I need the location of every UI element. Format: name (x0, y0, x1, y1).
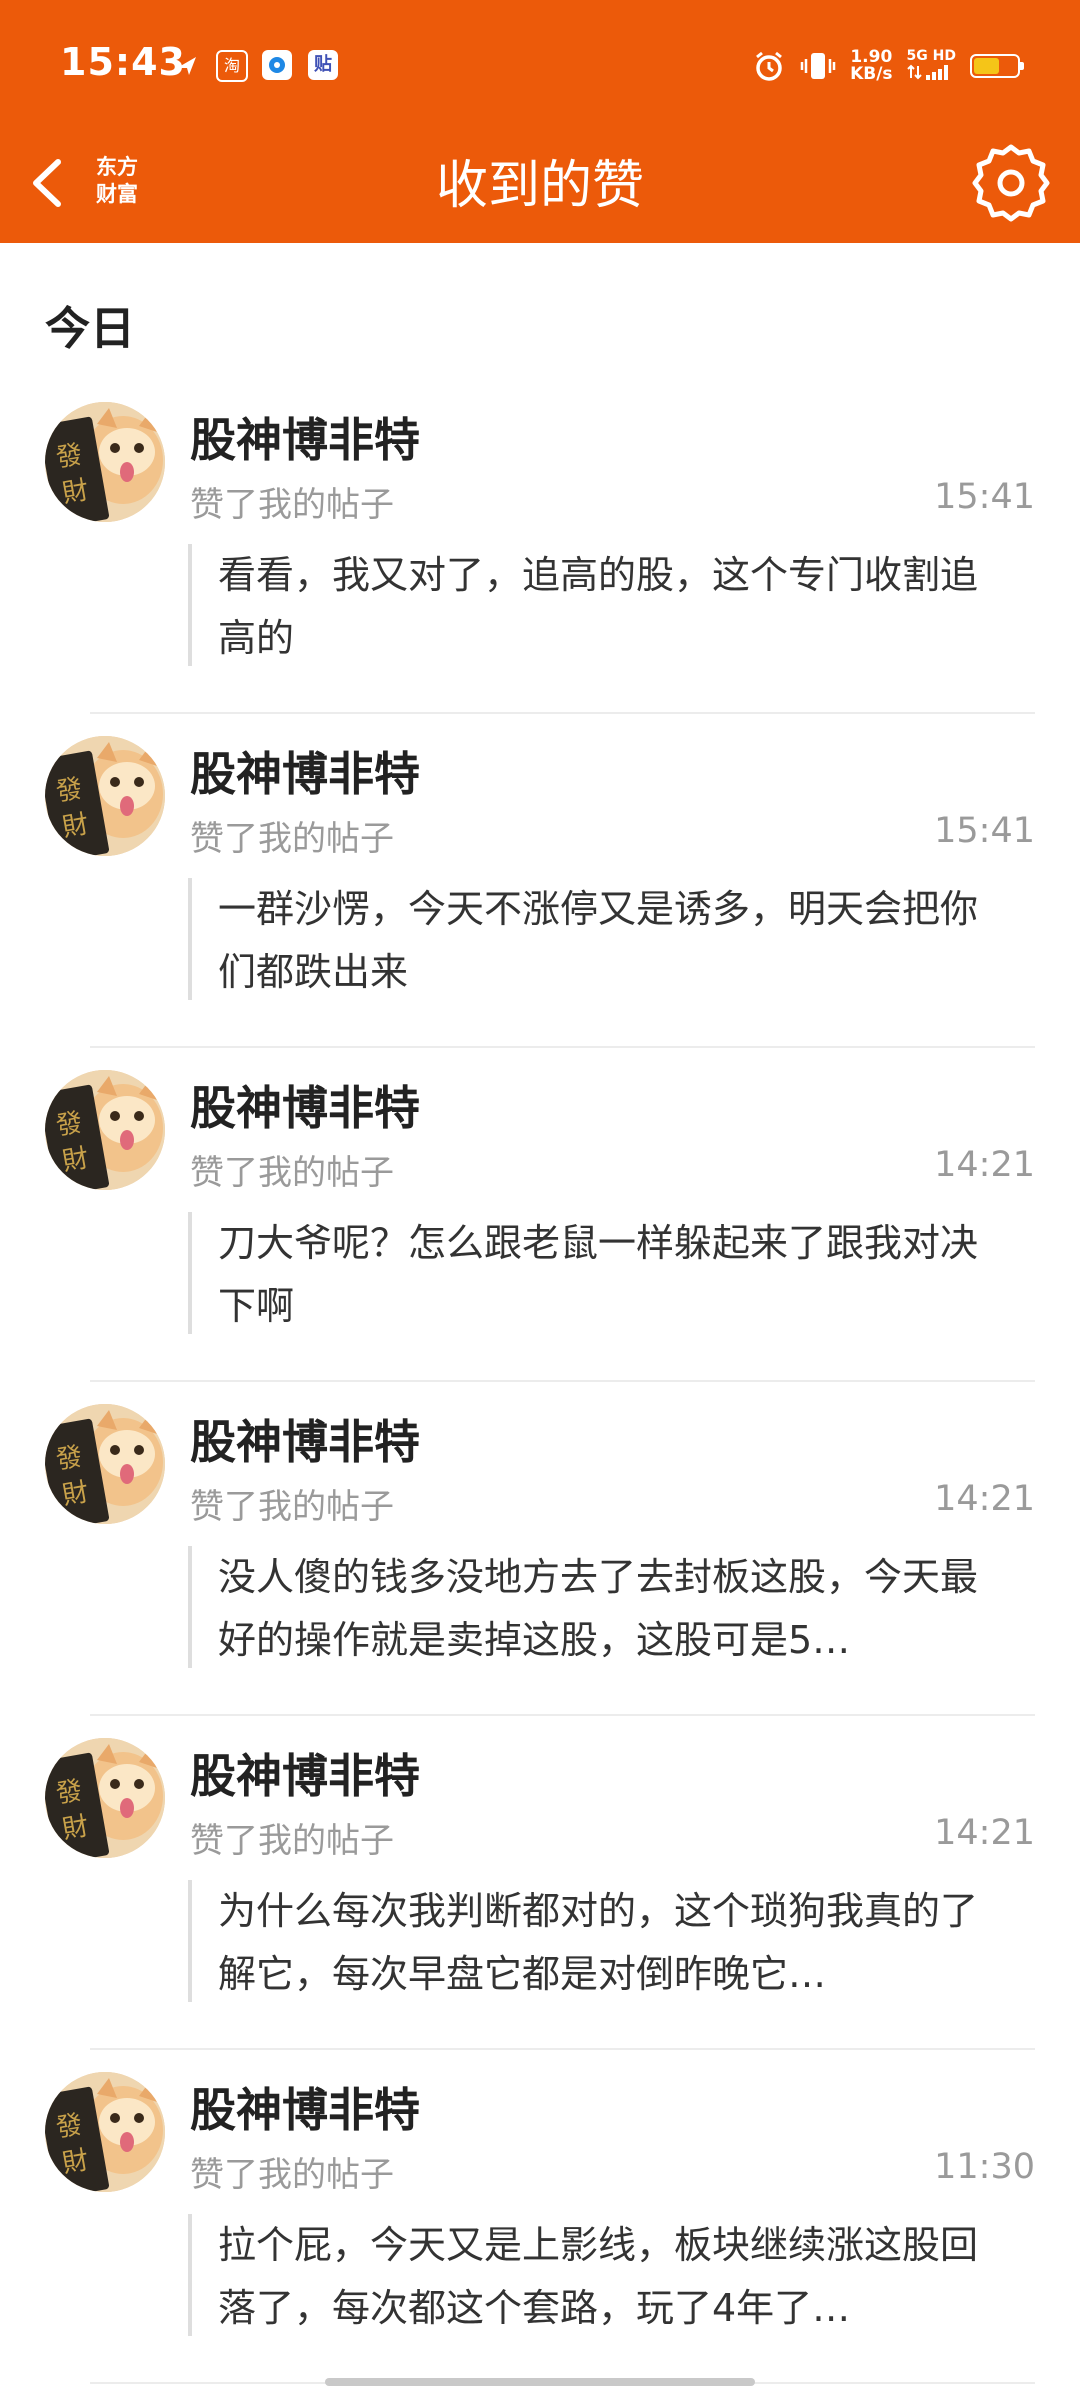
like-action: 赞了我的帖子 (190, 1821, 394, 1861)
like-action: 赞了我的帖子 (190, 819, 394, 859)
app-icon (262, 50, 292, 80)
post-excerpt[interactable]: 刀大爷呢？怎么跟老鼠一样躲起来了跟我对决下啊 (188, 1212, 988, 1334)
post-excerpt[interactable]: 一群沙愣，今天不涨停又是诱多，明天会把你们都跌出来 (188, 878, 988, 1000)
network-speed: 1.90 KB/s (850, 47, 893, 84)
like-item[interactable]: 發財 股神博非特 赞了我的帖子 15:41 看看，我又对了，追高的股，这个专门收… (0, 402, 1080, 736)
post-excerpt[interactable]: 拉个屁，今天又是上影线，板块继续涨这股回落了，每次都这个套路，玩了4年了… (188, 2214, 988, 2336)
svg-text:發: 發 (54, 1776, 85, 1810)
like-time: 15:41 (934, 811, 1035, 851)
home-indicator[interactable] (325, 2378, 755, 2386)
battery-icon (970, 54, 1024, 78)
back-button[interactable] (22, 142, 82, 222)
avatar[interactable]: 發財 (45, 402, 165, 522)
status-bar: 15:43 淘 贴 1.90 KB/s 5G HD (0, 0, 1080, 130)
like-action: 赞了我的帖子 (190, 1487, 394, 1527)
username[interactable]: 股神博非特 (190, 404, 420, 470)
nav-bar: 收到的赞 东方 财富 (0, 130, 1080, 243)
like-time: 11:30 (934, 2147, 1035, 2187)
svg-text:發: 發 (54, 774, 85, 808)
username[interactable]: 股神博非特 (190, 1072, 420, 1138)
username[interactable]: 股神博非特 (190, 1406, 420, 1472)
status-right: 1.90 KB/s 5G HD (752, 46, 1024, 86)
avatar[interactable]: 發財 (45, 1070, 165, 1190)
svg-text:財: 財 (60, 475, 91, 509)
vibrate-icon (800, 53, 836, 79)
avatar[interactable]: 發財 (45, 1738, 165, 1858)
divider (90, 1714, 1035, 1716)
svg-text:發: 發 (54, 1108, 85, 1142)
tieba-icon: 贴 (308, 50, 338, 80)
post-excerpt[interactable]: 看看，我又对了，追高的股，这个专门收割追高的 (188, 544, 988, 666)
like-time: 14:21 (934, 1145, 1035, 1185)
post-excerpt[interactable]: 没人傻的钱多没地方去了去封板这股，今天最好的操作就是卖掉这股，这股可是5… (188, 1546, 988, 1668)
taobao-icon: 淘 (216, 50, 248, 82)
svg-text:財: 財 (60, 1811, 91, 1845)
like-action: 赞了我的帖子 (190, 2155, 394, 2195)
like-item[interactable]: 發財 股神博非特 赞了我的帖子 14:21 没人傻的钱多没地方去了去封板这股，今… (0, 1404, 1080, 1738)
avatar[interactable]: 發財 (45, 2072, 165, 2192)
divider (90, 1046, 1035, 1048)
like-item[interactable]: 發財 股神博非特 赞了我的帖子 14:21 刀大爷呢？怎么跟老鼠一样躲起来了跟我… (0, 1070, 1080, 1404)
divider (90, 1380, 1035, 1382)
like-item[interactable]: 發財 股神博非特 赞了我的帖子 14:21 为什么每次我判断都对的，这个琐狗我真… (0, 1738, 1080, 2072)
avatar[interactable]: 發財 (45, 736, 165, 856)
alarm-icon (756, 51, 783, 81)
section-title-today: 今日 (45, 302, 136, 355)
svg-text:發: 發 (54, 2110, 85, 2144)
like-item[interactable]: 發財 股神博非特 赞了我的帖子 15:41 一群沙愣，今天不涨停又是诱多，明天会… (0, 736, 1080, 1070)
chevron-left-icon (33, 159, 61, 207)
svg-text:財: 財 (60, 1477, 91, 1511)
navigation-icon (172, 50, 202, 80)
svg-text:財: 財 (60, 809, 91, 843)
svg-text:財: 財 (60, 2145, 91, 2179)
like-action: 赞了我的帖子 (190, 1153, 394, 1193)
top-bar: 15:43 淘 贴 1.90 KB/s 5G HD 收到的赞 东方 财富 (0, 0, 1080, 243)
svg-text:發: 發 (54, 440, 85, 474)
like-time: 14:21 (934, 1479, 1035, 1519)
svg-text:發: 發 (54, 1442, 85, 1476)
network-indicator: 5G HD (906, 48, 956, 84)
avatar[interactable]: 發財 (45, 1404, 165, 1524)
post-excerpt[interactable]: 为什么每次我判断都对的，这个琐狗我真的了解它，每次早盘它都是对倒昨晚它… (188, 1880, 988, 2002)
divider (90, 2048, 1035, 2050)
page-title: 收到的赞 (435, 156, 644, 216)
eastmoney-logo: 东方 财富 (84, 142, 150, 222)
like-time: 15:41 (934, 477, 1035, 517)
signal-icon (906, 64, 948, 80)
like-action: 赞了我的帖子 (190, 485, 394, 525)
divider (90, 712, 1035, 714)
username[interactable]: 股神博非特 (190, 2074, 420, 2140)
gear-icon (972, 144, 1050, 222)
like-item[interactable]: 發財 股神博非特 赞了我的帖子 11:30 拉个屁，今天又是上影线，板块继续涨这… (0, 2072, 1080, 2406)
like-time: 14:21 (934, 1813, 1035, 1853)
username[interactable]: 股神博非特 (190, 1740, 420, 1806)
settings-button[interactable] (972, 144, 1050, 222)
status-time: 15:43 (60, 40, 186, 84)
svg-text:財: 財 (60, 1143, 91, 1177)
username[interactable]: 股神博非特 (190, 738, 420, 804)
